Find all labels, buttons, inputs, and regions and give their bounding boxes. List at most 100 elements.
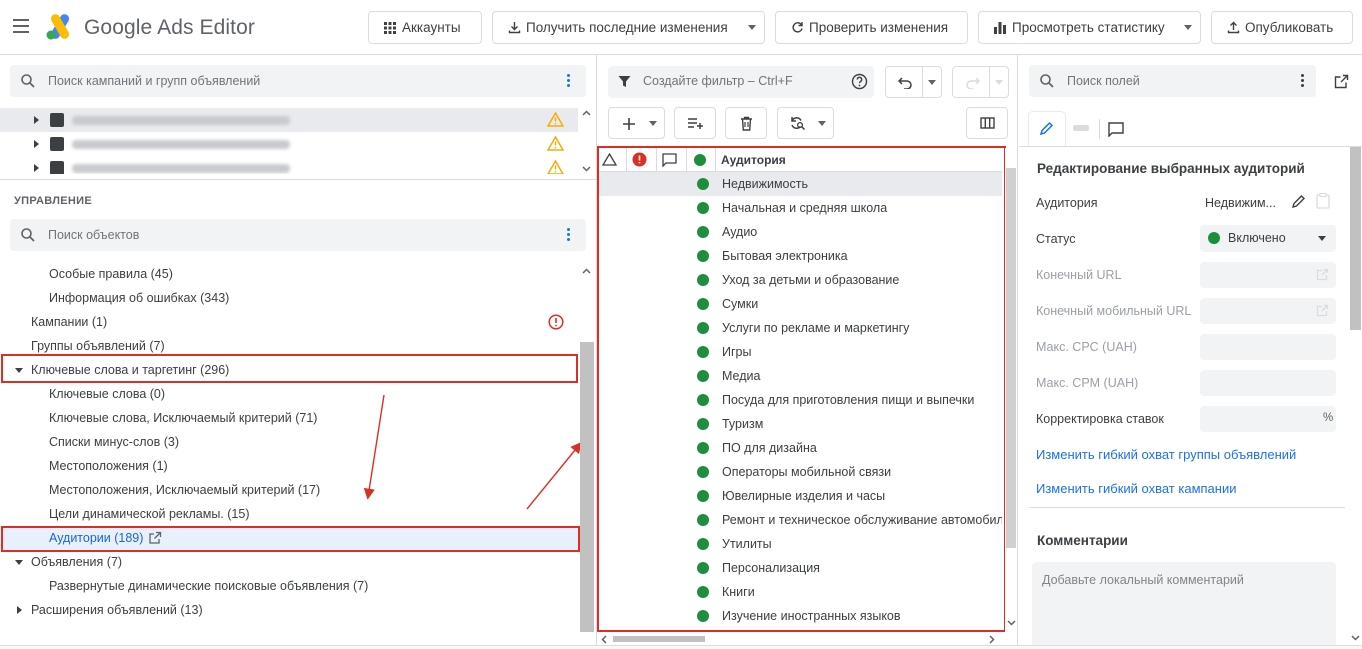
- caret-down-icon[interactable]: [15, 560, 23, 565]
- table-row[interactable]: Утилиты: [597, 532, 1002, 556]
- chevron-down-icon[interactable]: [818, 121, 826, 126]
- enabled-status-icon[interactable]: [697, 514, 709, 526]
- campaign-row[interactable]: [0, 108, 578, 132]
- table-row[interactable]: Туризм: [597, 412, 1002, 436]
- table-row[interactable]: Книги: [597, 580, 1002, 604]
- tree-item-ad-extensions[interactable]: Расширения объявлений (13): [0, 598, 578, 622]
- object-search-input[interactable]: Поиск объектов: [10, 219, 586, 251]
- check-changes-button[interactable]: Проверить изменения: [775, 11, 968, 44]
- open-in-new-icon[interactable]: [1334, 74, 1349, 89]
- grid-vertical-scrollbar[interactable]: [1005, 148, 1017, 632]
- tree-item-keywords-targeting[interactable]: Ключевые слова и таргетинг (296): [0, 358, 578, 382]
- warning-column-icon[interactable]: [602, 153, 617, 166]
- enabled-status-icon[interactable]: [697, 490, 709, 502]
- enabled-status-icon[interactable]: [697, 418, 709, 430]
- tree-item-ads[interactable]: Объявления (7): [0, 550, 578, 574]
- enabled-status-icon[interactable]: [697, 370, 709, 382]
- status-select[interactable]: Включено: [1200, 225, 1336, 252]
- caret-down-icon[interactable]: [15, 368, 23, 373]
- tree-item-ad-groups[interactable]: Группы объявлений (7): [0, 334, 578, 358]
- enabled-status-icon[interactable]: [697, 538, 709, 550]
- object-tree-scrollbar[interactable]: [580, 262, 594, 642]
- chevron-down-icon[interactable]: [748, 25, 756, 30]
- scroll-up-icon[interactable]: [582, 110, 591, 116]
- scroll-right-icon[interactable]: [989, 635, 995, 644]
- table-row[interactable]: Уход за детьми и образование: [597, 268, 1002, 292]
- table-row[interactable]: Операторы мобильной связи: [597, 460, 1002, 484]
- table-row[interactable]: Медиа: [597, 364, 1002, 388]
- table-row[interactable]: Сумки: [597, 292, 1002, 316]
- scrollbar-thumb[interactable]: [613, 636, 705, 642]
- publish-button[interactable]: Опубликовать: [1211, 11, 1353, 44]
- table-row[interactable]: Ювелирные изделия и часы: [597, 484, 1002, 508]
- tree-item-dynamic-search-ads[interactable]: Развернутые динамические поисковые объяв…: [0, 574, 578, 598]
- caret-right-icon[interactable]: [17, 606, 22, 614]
- table-row[interactable]: ПО для дизайна: [597, 436, 1002, 460]
- tree-item-special-rules[interactable]: Особые правила (45): [0, 262, 578, 286]
- enabled-status-icon[interactable]: [697, 322, 709, 334]
- tab-comments[interactable]: [1105, 119, 1129, 141]
- tree-item-campaigns[interactable]: Кампании (1): [0, 310, 578, 334]
- enabled-status-icon[interactable]: [697, 586, 709, 598]
- audience-column-header[interactable]: Аудитория: [721, 153, 786, 167]
- add-button[interactable]: [608, 107, 665, 139]
- more-vert-icon[interactable]: [567, 74, 571, 89]
- scrollbar-thumb[interactable]: [580, 342, 594, 632]
- table-row[interactable]: Аудио: [597, 220, 1002, 244]
- enabled-status-icon[interactable]: [697, 442, 709, 454]
- field-search-input[interactable]: Поиск полей: [1029, 65, 1316, 97]
- bid-adjustment-field[interactable]: %: [1200, 406, 1336, 432]
- grid-horizontal-scrollbar[interactable]: [597, 633, 1002, 645]
- enabled-status-icon[interactable]: [697, 226, 709, 238]
- view-stats-button[interactable]: Просмотреть статистику: [978, 11, 1201, 44]
- caret-right-icon[interactable]: [34, 116, 39, 124]
- delete-button[interactable]: [725, 107, 767, 139]
- tab-edit[interactable]: [1029, 112, 1065, 146]
- table-row[interactable]: Игры: [597, 340, 1002, 364]
- status-column-icon[interactable]: [694, 154, 706, 166]
- enabled-status-icon[interactable]: [697, 178, 709, 190]
- enabled-status-icon[interactable]: [697, 202, 709, 214]
- enabled-status-icon[interactable]: [697, 394, 709, 406]
- enabled-status-icon[interactable]: [697, 466, 709, 478]
- enabled-status-icon[interactable]: [697, 250, 709, 262]
- scroll-down-icon[interactable]: [582, 166, 591, 172]
- more-vert-icon[interactable]: [567, 228, 571, 243]
- redo-button[interactable]: [952, 66, 1009, 98]
- pencil-icon[interactable]: [1291, 194, 1306, 209]
- caret-right-icon[interactable]: [34, 164, 39, 172]
- caret-right-icon[interactable]: [34, 140, 39, 148]
- scrollbar-thumb[interactable]: [1006, 168, 1016, 548]
- scroll-left-icon[interactable]: [601, 635, 607, 644]
- table-row[interactable]: Недвижимость: [597, 172, 1002, 196]
- scrollbar-thumb[interactable]: [1350, 147, 1361, 330]
- filter-input[interactable]: Создайте фильтр – Ctrl+F: [608, 66, 874, 98]
- scroll-down-icon[interactable]: [1007, 620, 1016, 626]
- chevron-down-icon[interactable]: [649, 121, 657, 126]
- menu-icon[interactable]: [13, 19, 29, 33]
- campaign-tree-scrollbar[interactable]: [580, 108, 592, 174]
- enabled-status-icon[interactable]: [697, 274, 709, 286]
- get-changes-button[interactable]: Получить последние изменения: [492, 11, 765, 44]
- scroll-down-icon[interactable]: [1351, 635, 1360, 641]
- comment-column-icon[interactable]: [662, 153, 677, 167]
- chevron-down-icon[interactable]: [1184, 25, 1192, 30]
- chevron-down-icon[interactable]: [928, 80, 936, 85]
- accounts-button[interactable]: Аккаунты: [368, 11, 482, 44]
- enabled-status-icon[interactable]: [697, 610, 709, 622]
- campaign-row[interactable]: [0, 156, 578, 174]
- campaign-row[interactable]: [0, 132, 578, 156]
- more-vert-icon[interactable]: [1301, 74, 1305, 89]
- enabled-status-icon[interactable]: [697, 562, 709, 574]
- add-multiple-button[interactable]: [674, 107, 716, 139]
- tree-item-audiences[interactable]: Аудитории (189): [0, 526, 578, 550]
- table-row[interactable]: Бытовая электроника: [597, 244, 1002, 268]
- table-row[interactable]: Ремонт и техническое обслуживание автомо…: [597, 508, 1002, 532]
- comment-textarea[interactable]: Добавьте локальный комментарий: [1032, 562, 1336, 649]
- tab-stats[interactable]: [1069, 121, 1093, 135]
- right-panel-scrollbar[interactable]: [1349, 147, 1362, 647]
- open-in-new-icon[interactable]: [148, 531, 162, 545]
- edit-campaign-reach-link[interactable]: Изменить гибкий охват кампании: [1036, 481, 1237, 496]
- campaign-search-input[interactable]: Поиск кампаний и групп объявлений: [10, 65, 586, 97]
- enabled-status-icon[interactable]: [697, 346, 709, 358]
